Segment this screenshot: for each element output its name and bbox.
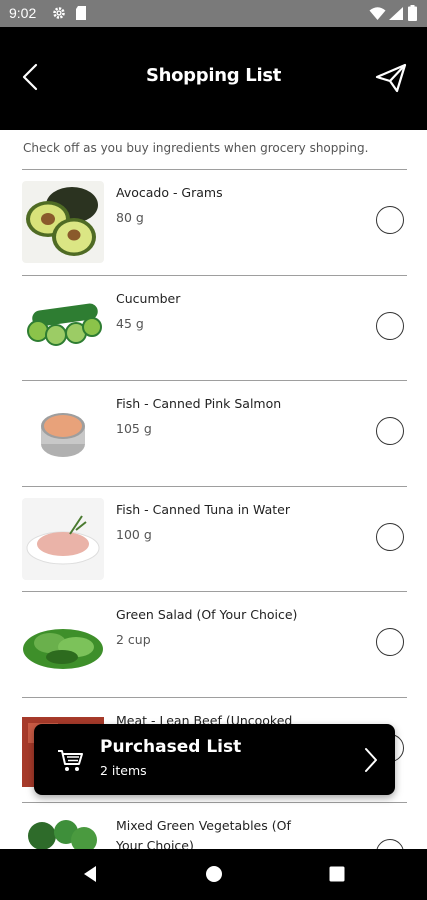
nav-home-icon[interactable] <box>204 864 224 884</box>
tuna-image <box>22 497 104 580</box>
page-title: Shopping List <box>145 65 282 86</box>
purchased-list-title: Purchased List <box>100 737 242 757</box>
item-quantity: 100 g <box>116 526 152 542</box>
instructions-text: Check off as you buy ingredients when gr… <box>23 141 369 155</box>
send-icon[interactable] <box>373 57 409 97</box>
list-item[interactable]: Fish - Canned Tuna in Water 100 g <box>22 485 407 592</box>
status-time: 9:02 <box>9 5 37 21</box>
check-circle[interactable] <box>376 628 404 656</box>
wifi-icon <box>369 7 386 20</box>
item-quantity: 80 g <box>116 210 144 225</box>
check-circle[interactable] <box>376 206 404 234</box>
list-item[interactable]: Avocado - Grams 80 g <box>22 169 407 275</box>
shopping-cart-icon <box>58 750 83 771</box>
settings-icon <box>53 7 65 19</box>
sd-card-icon <box>76 6 86 20</box>
item-name: Fish - Canned Tuna in Water <box>116 501 291 517</box>
green-salad-image <box>22 603 104 685</box>
item-name: Avocado - Grams <box>116 185 223 200</box>
item-quantity: 2 cup <box>116 632 151 647</box>
chevron-right-icon <box>365 748 377 772</box>
battery-icon <box>408 5 417 21</box>
status-bar: 9:02 <box>0 0 427 27</box>
item-name: Cucumber <box>116 290 181 306</box>
app-bar: Shopping List <box>0 27 427 130</box>
list-item[interactable]: Fish - Canned Pink Salmon 105 g <box>22 380 407 486</box>
item-name: Fish - Canned Pink Salmon <box>116 396 282 411</box>
nav-back-icon[interactable] <box>80 864 100 884</box>
item-quantity: 45 g <box>116 315 144 331</box>
list-item[interactable]: Cucumber 45 g <box>22 274 407 381</box>
signal-icon <box>389 7 403 20</box>
check-circle[interactable] <box>376 417 404 445</box>
item-quantity: 105 g <box>116 421 152 436</box>
check-circle[interactable] <box>376 311 404 340</box>
purchased-list-button[interactable]: Purchased List 2 items <box>34 724 395 795</box>
salmon-can-image <box>22 392 104 474</box>
check-circle[interactable] <box>376 522 404 551</box>
list-item[interactable]: Green Salad (Of Your Choice) 2 cup <box>22 591 407 697</box>
item-name: Green Salad (Of Your Choice) <box>116 607 298 622</box>
cucumber-image <box>22 286 104 369</box>
nav-recents-icon[interactable] <box>327 864 347 884</box>
system-navigation-bar <box>0 849 427 900</box>
purchased-count: 2 items <box>100 763 147 778</box>
avocado-image <box>22 181 104 263</box>
